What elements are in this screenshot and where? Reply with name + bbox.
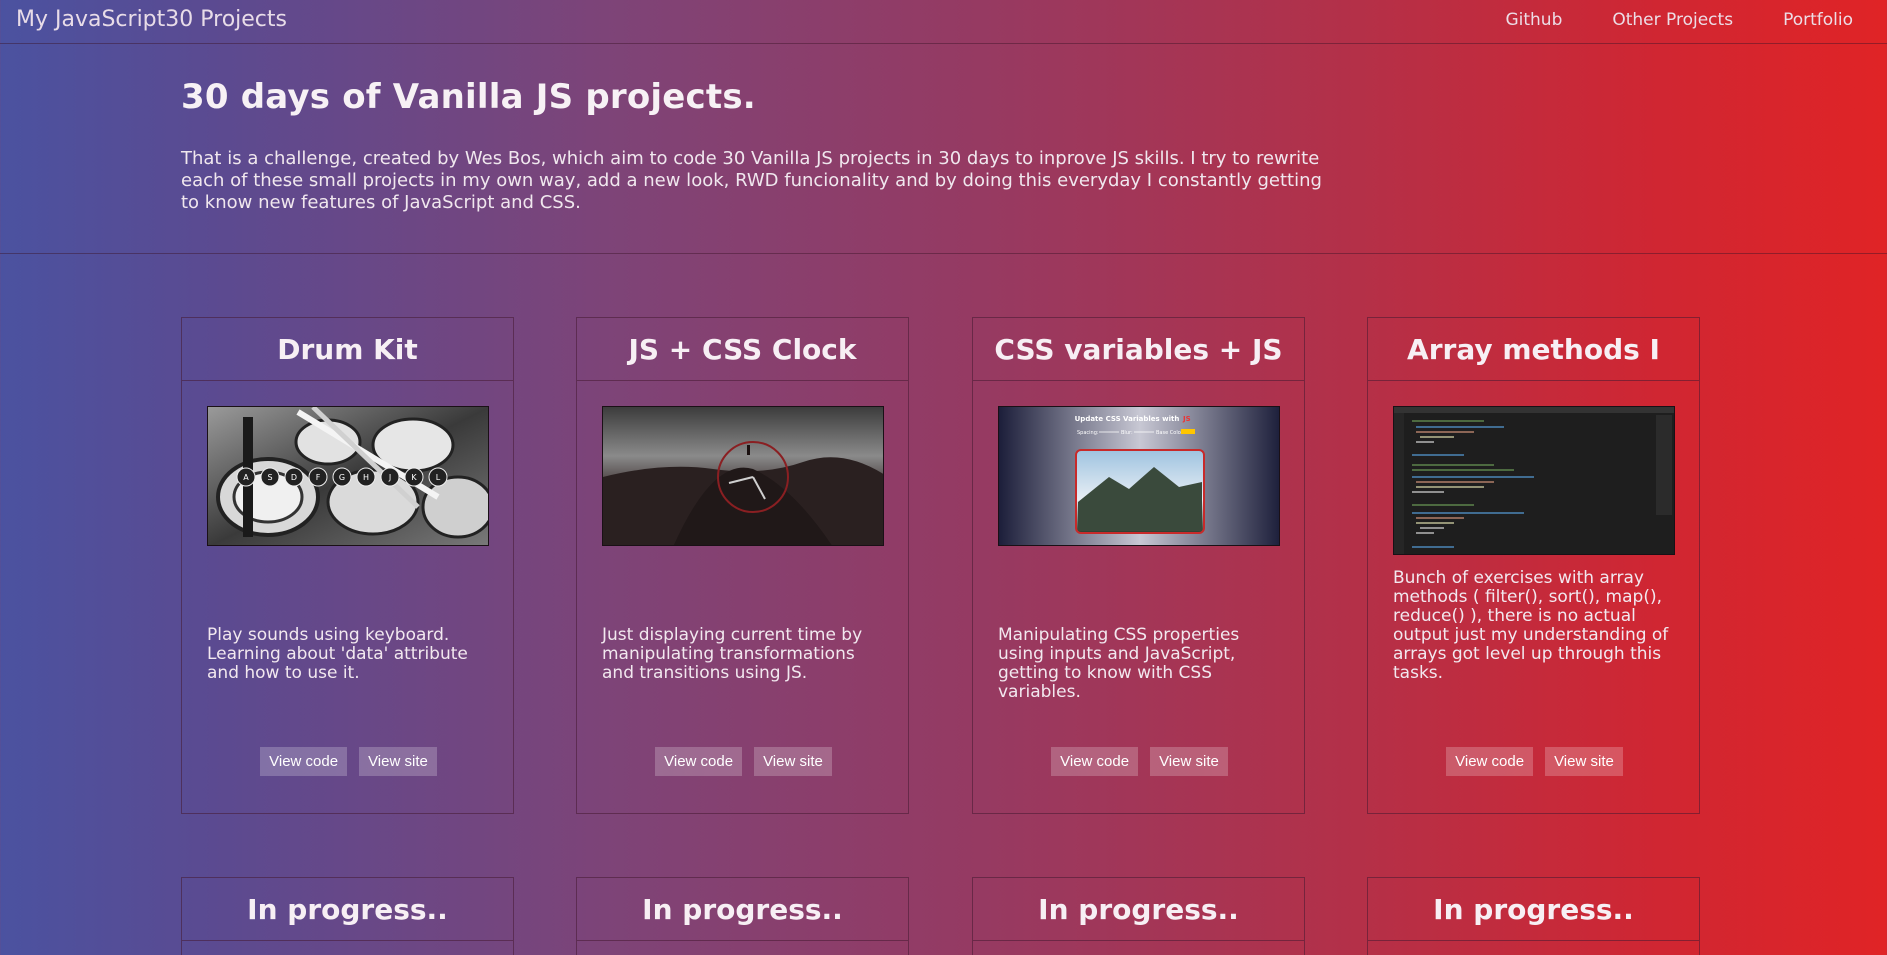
card-header: Array methods I [1368,318,1699,381]
card-buttons: View code View site [577,747,910,776]
top-navbar: My JavaScript30 Projects Github Other Pr… [0,0,1887,44]
project-thumbnail[interactable] [602,406,884,546]
progress-card: In progress.. [972,877,1305,955]
view-site-button[interactable]: View site [1150,747,1228,776]
card-header: In progress.. [1368,878,1699,941]
card-title: Drum Kit [277,332,418,366]
thumb-key: F [316,473,321,482]
card-title: Array methods I [1407,332,1660,366]
project-card-array-methods: Array methods I Bunch of exercises with … [1367,317,1700,814]
intro-section: 30 days of Vanilla JS projects. That is … [0,44,1887,254]
thumb-key: D [291,473,297,482]
view-code-button[interactable]: View code [1051,747,1139,776]
progress-card: In progress.. [1367,877,1700,955]
card-header: In progress.. [973,878,1304,941]
page-title: 30 days of Vanilla JS projects. [181,77,756,117]
card-header: JS + CSS Clock [577,318,908,381]
card-buttons: View code View site [973,747,1306,776]
project-thumbnail[interactable]: A S D F G H J K L [207,406,489,546]
brand-title[interactable]: My JavaScript30 Projects [16,7,287,32]
view-site-button[interactable]: View site [754,747,832,776]
thumb-key: K [411,473,417,482]
card-buttons: View code View site [182,747,515,776]
thumb-key: J [388,473,391,482]
thumb-title-accent: JS [1182,415,1191,423]
thumb-control-label: Base Color [1156,430,1184,436]
nav-portfolio-link[interactable]: Portfolio [1783,10,1853,30]
project-thumbnail[interactable] [1393,406,1675,555]
project-thumbnail[interactable]: Update CSS Variables with JS Spacing: Bl… [998,406,1280,546]
thumb-key: G [339,473,345,482]
view-site-button[interactable]: View site [1545,747,1623,776]
card-title: CSS variables + JS [994,332,1283,366]
card-header: Drum Kit [182,318,513,381]
card-title: In progress.. [642,892,843,926]
progress-card: In progress.. [181,877,514,955]
view-code-button[interactable]: View code [655,747,743,776]
view-site-button[interactable]: View site [359,747,437,776]
thumb-key: S [267,473,272,482]
card-title: In progress.. [247,892,448,926]
card-header: In progress.. [577,878,908,941]
nav-github-link[interactable]: Github [1505,10,1562,30]
card-description: Bunch of exercises with array methods ( … [1393,568,1669,683]
card-description: Play sounds using keyboard. Learning abo… [207,625,468,683]
nav-links: Github Other Projects Portfolio [1455,10,1853,30]
card-title: JS + CSS Clock [628,332,857,366]
card-buttons: View code View site [1368,747,1701,776]
card-description: Just displaying current time by manipula… [602,625,863,683]
nav-other-projects-link[interactable]: Other Projects [1612,10,1733,30]
intro-text: That is a challenge, created by Wes Bos,… [181,148,1322,213]
project-card-clock: JS + CSS Clock Just displaying current t… [576,317,909,814]
card-header: In progress.. [182,878,513,941]
view-code-button[interactable]: View code [1446,747,1534,776]
thumb-key: H [363,473,369,482]
card-title: In progress.. [1433,892,1634,926]
thumb-control-label: Spacing: [1077,430,1099,436]
view-code-button[interactable]: View code [260,747,348,776]
project-card-drum-kit: Drum Kit A S D F G H J K L Play sounds u… [181,317,514,814]
thumb-control-label: Blur: [1121,430,1133,436]
progress-card: In progress.. [576,877,909,955]
thumb-key: A [243,473,249,482]
thumb-title: Update CSS Variables with [1075,415,1180,423]
thumb-key: L [436,473,441,482]
card-title: In progress.. [1038,892,1239,926]
card-header: CSS variables + JS [973,318,1304,381]
card-description: Manipulating CSS properties using inputs… [998,625,1240,702]
project-card-css-variables: CSS variables + JS Update CSS Variables … [972,317,1305,814]
